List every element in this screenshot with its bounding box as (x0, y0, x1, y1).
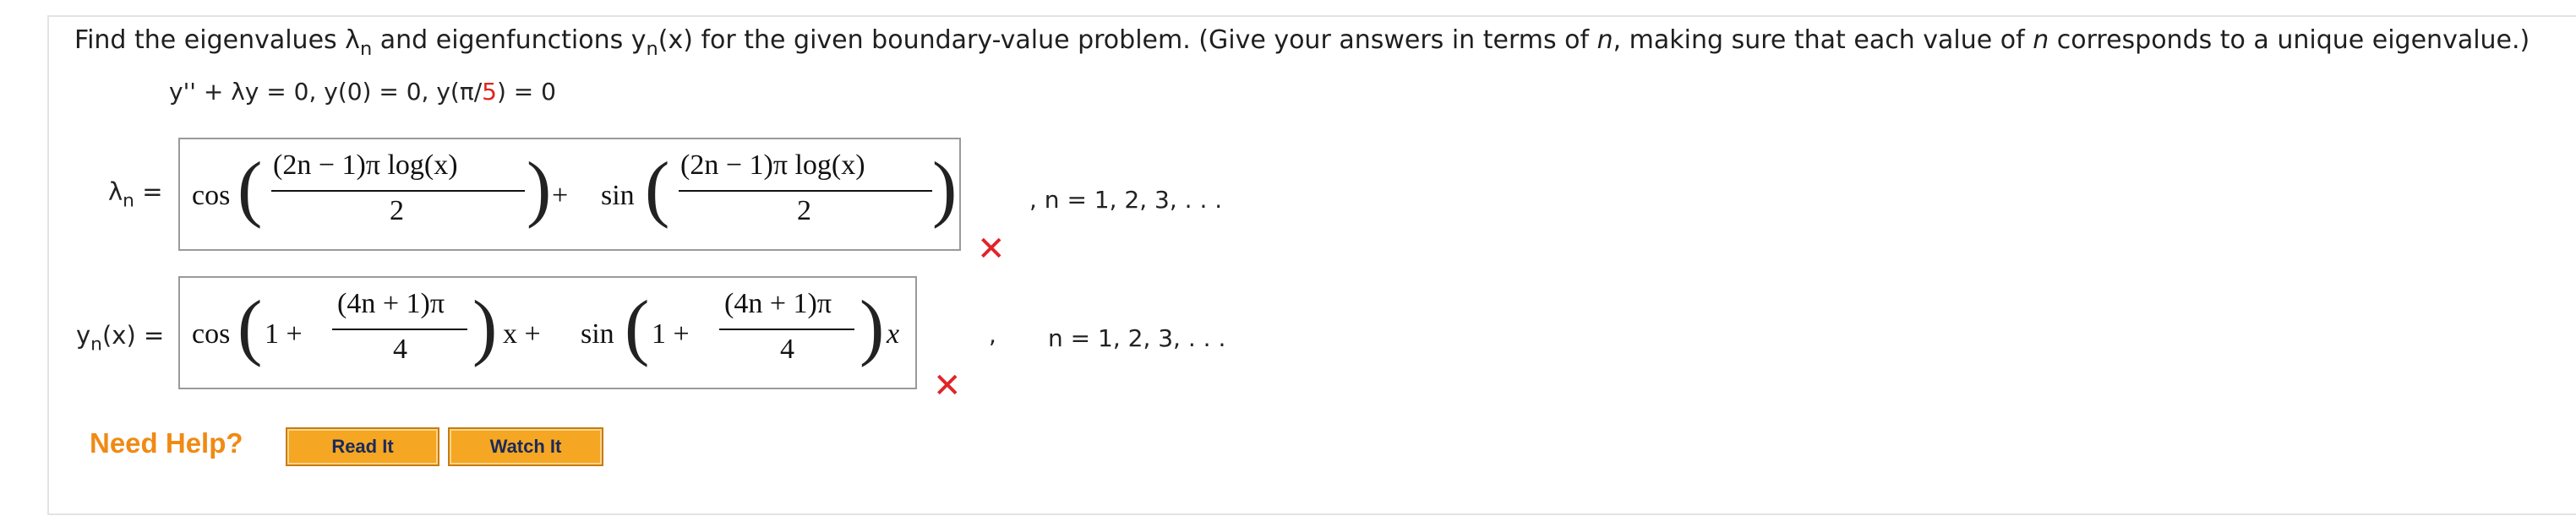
left-paren: ( (625, 286, 650, 368)
left-paren: ( (237, 148, 263, 230)
right-paren: ) (860, 286, 885, 368)
question-text: Find the eigenvalues λn and eigenfunctio… (74, 25, 2530, 60)
fraction-bar (332, 329, 467, 330)
left-paren: ( (237, 286, 263, 368)
need-help-label: Need Help? (90, 427, 243, 459)
right-paren: ) (472, 286, 498, 368)
incorrect-icon: ✕ (977, 230, 1006, 269)
x-var: x (887, 318, 900, 350)
y-n-range: n = 1, 2, 3, . . . (1048, 324, 1226, 352)
watch-it-button[interactable]: Watch It (448, 427, 603, 466)
cos-fn: cos (192, 318, 231, 350)
sin-fn: sin (581, 318, 614, 350)
boundary-equation: y'' + λy = 0, y(0) = 0, y(π/5) = 0 (169, 78, 556, 106)
fraction-denominator: 4 (780, 334, 794, 365)
left-paren: ( (645, 148, 670, 230)
eigenfunction-answer-field[interactable]: cos ( 1 + (4n + 1)π 4 ) x + sin ( 1 + (4… (178, 276, 917, 389)
sin-fn: sin (601, 180, 635, 211)
incorrect-icon: ✕ (933, 367, 962, 405)
fraction-bar (679, 190, 932, 192)
one-plus: 1 + (652, 318, 690, 350)
fraction-numerator: (4n + 1)π (724, 288, 832, 319)
y-label: yn(x) = (76, 321, 165, 356)
lambda-label: λn = (108, 177, 163, 212)
plus-sign: + (552, 180, 569, 211)
read-it-button[interactable]: Read It (286, 427, 439, 466)
cos-fn: cos (192, 180, 231, 211)
fraction-denominator: 2 (797, 195, 811, 226)
fraction-bar (719, 329, 854, 330)
fraction-numerator: (2n − 1)π log(x) (273, 149, 458, 181)
fraction-numerator: (4n + 1)π (337, 288, 445, 319)
one-plus: 1 + (265, 318, 303, 350)
comma: , (989, 321, 996, 349)
x-plus: x + (503, 318, 541, 350)
right-paren: ) (932, 148, 958, 230)
lambda-n-range: , n = 1, 2, 3, . . . (1029, 186, 1223, 214)
lambda-answer-field[interactable]: cos ( (2n − 1)π log(x) 2 ) + sin ( (2n −… (178, 138, 961, 251)
fraction-numerator: (2n − 1)π log(x) (680, 149, 865, 181)
fraction-denominator: 2 (390, 195, 404, 226)
fraction-denominator: 4 (393, 334, 407, 365)
right-paren: ) (527, 148, 552, 230)
fraction-bar (271, 190, 525, 192)
